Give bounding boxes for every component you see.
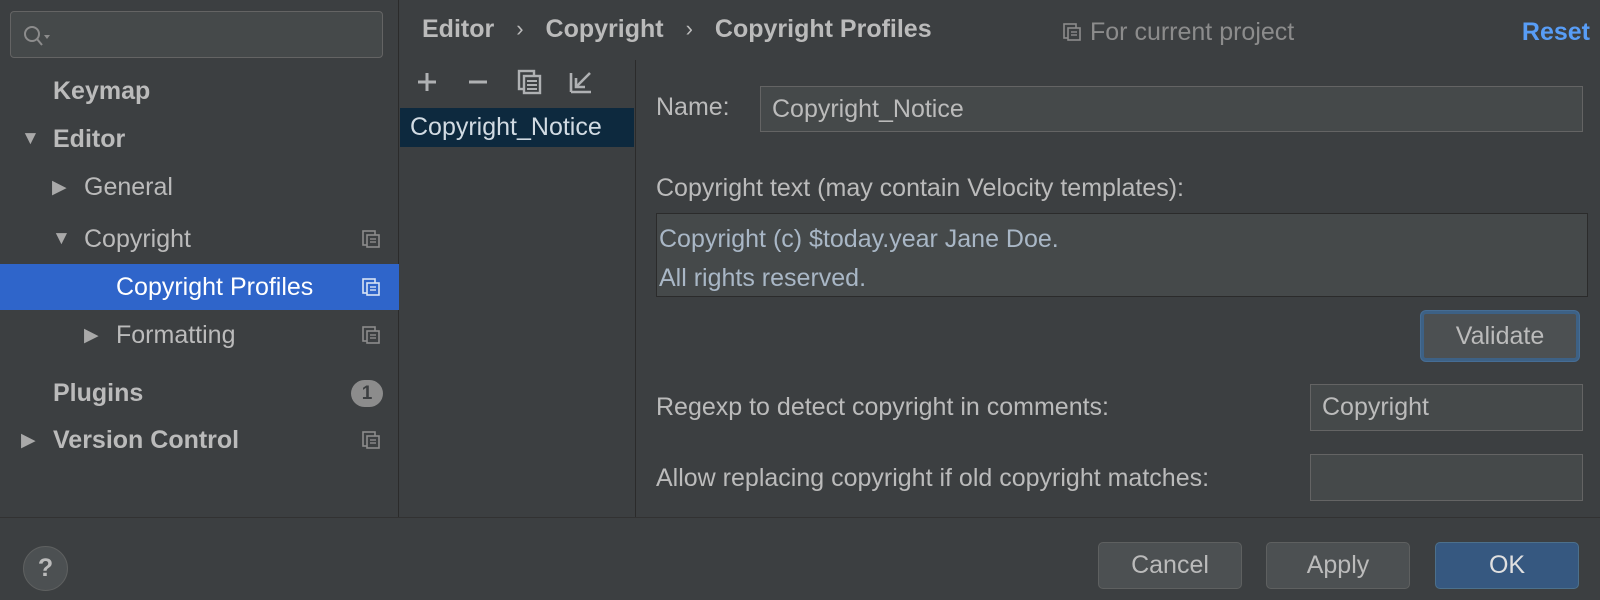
add-icon[interactable] — [412, 67, 442, 97]
collapsed-arrow-icon[interactable]: ▶ — [84, 324, 99, 347]
breadcrumb: Editor › Copyright › Copyright Profiles — [422, 12, 932, 46]
reset-link[interactable]: Reset — [1522, 15, 1590, 49]
copy-icon[interactable] — [515, 67, 545, 97]
search-input[interactable] — [10, 11, 383, 58]
project-scope-icon — [362, 230, 380, 248]
copyright-text-area[interactable]: Copyright (c) $today.year Jane Doe. All … — [656, 213, 1588, 297]
help-button[interactable]: ? — [23, 546, 68, 591]
ok-button[interactable]: OK — [1435, 542, 1579, 589]
for-current-project-hint: For current project — [1062, 15, 1294, 49]
sidebar-item-label: Keymap — [53, 76, 151, 105]
project-scope-icon — [362, 278, 380, 296]
breadcrumb-separator: › — [516, 16, 524, 41]
sidebar-item-copyright[interactable]: ▼ Copyright — [0, 216, 399, 262]
sidebar-item-keymap[interactable]: Keymap — [0, 68, 399, 114]
allow-replacing-field[interactable] — [1310, 454, 1583, 501]
apply-button[interactable]: Apply — [1266, 542, 1410, 589]
name-field[interactable]: Copyright_Notice — [760, 86, 1583, 132]
copyright-text-label: Copyright text (may contain Velocity tem… — [656, 174, 1185, 202]
sidebar-item-label: General — [84, 172, 173, 201]
sidebar-item-formatting[interactable]: ▶ Formatting — [0, 312, 399, 358]
search-icon[interactable] — [23, 24, 53, 48]
profiles-panel: Copyright_Notice — [400, 60, 636, 517]
expanded-arrow-icon[interactable]: ▼ — [21, 128, 40, 150]
sidebar-item-label: Plugins — [53, 378, 144, 407]
sidebar-item-label: Editor — [53, 124, 126, 153]
collapsed-arrow-icon[interactable]: ▶ — [21, 429, 36, 452]
sidebar-item-copyright-profiles[interactable]: Copyright Profiles — [0, 264, 399, 310]
breadcrumb-separator: › — [685, 16, 693, 41]
expanded-arrow-icon[interactable]: ▼ — [52, 228, 71, 250]
project-scope-icon — [1063, 23, 1081, 41]
breadcrumb-item-copyright: Copyright — [545, 14, 664, 43]
sidebar-item-editor[interactable]: ▼ Editor — [0, 116, 399, 162]
regexp-label: Regexp to detect copyright in comments: — [656, 393, 1110, 421]
copyright-text-line: Copyright (c) $today.year Jane Doe. — [659, 225, 1059, 253]
update-count-badge: 1 — [351, 380, 383, 407]
breadcrumb-item-copyright-profiles: Copyright Profiles — [714, 14, 932, 43]
cancel-button[interactable]: Cancel — [1098, 542, 1242, 589]
list-item-copyright-notice[interactable]: Copyright_Notice — [400, 108, 634, 147]
remove-icon[interactable] — [463, 67, 493, 97]
dialog-footer: ? Cancel Apply OK — [0, 517, 1600, 600]
sidebar-item-plugins[interactable]: Plugins 1 — [0, 370, 399, 416]
settings-sidebar: Keymap ▼ Editor ▶ General ▼ Copyright Co… — [0, 0, 399, 517]
for-current-project-label: For current project — [1090, 17, 1295, 46]
sidebar-item-label: Formatting — [116, 320, 236, 349]
name-label: Name: — [656, 93, 730, 121]
collapsed-arrow-icon[interactable]: ▶ — [52, 176, 67, 199]
sidebar-item-label: Version Control — [53, 425, 240, 454]
project-scope-icon — [362, 431, 380, 449]
regexp-field[interactable]: Copyright — [1310, 384, 1583, 431]
validate-button[interactable]: Validate — [1421, 311, 1579, 361]
sidebar-item-label: Copyright Profiles — [116, 272, 314, 301]
sidebar-item-label: Copyright — [84, 224, 191, 253]
breadcrumb-item-editor: Editor — [422, 14, 495, 43]
sidebar-item-general[interactable]: ▶ General — [0, 164, 399, 210]
allow-replacing-label: Allow replacing copyright if old copyrig… — [656, 464, 1210, 492]
copyright-text-line: All rights reserved. — [659, 264, 867, 292]
import-icon[interactable] — [566, 67, 596, 97]
sidebar-item-version-control[interactable]: ▶ Version Control — [0, 417, 399, 463]
project-scope-icon — [362, 326, 380, 344]
